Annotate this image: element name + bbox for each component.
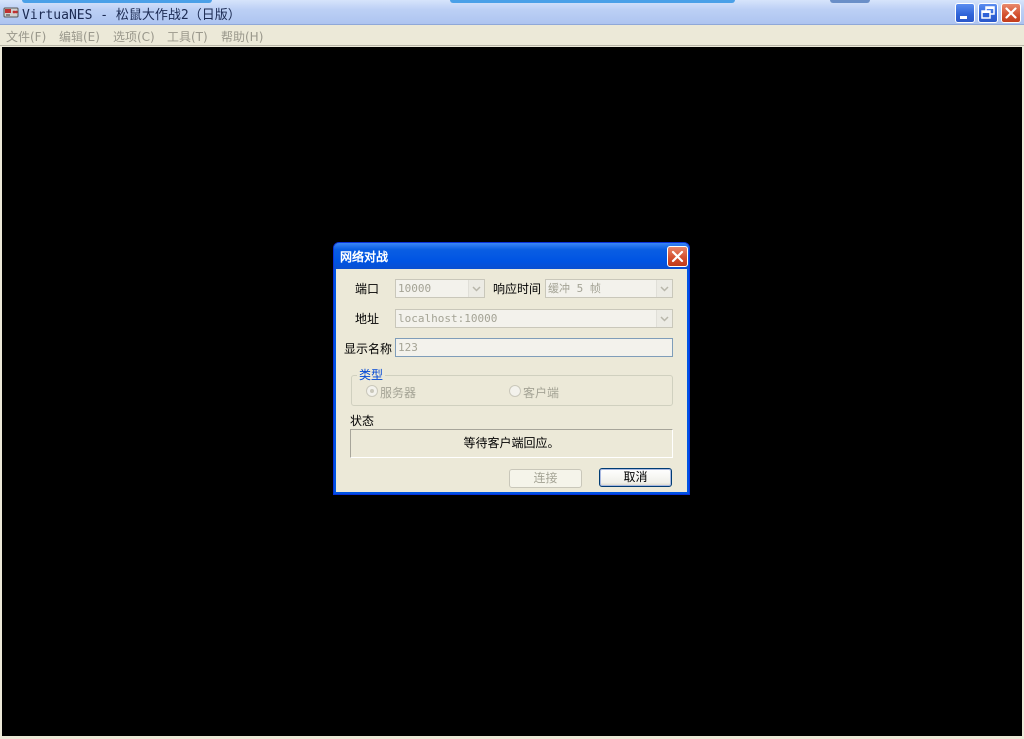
dialog-title: 网络对战 — [340, 250, 389, 264]
port-value: 10000 — [398, 282, 432, 295]
status-label: 状态 — [350, 414, 375, 428]
latency-combo[interactable]: 缓冲 5 帧 — [545, 279, 673, 298]
port-dropdown-arrow[interactable] — [468, 280, 484, 297]
menu-tools[interactable]: 工具(T) — [167, 28, 208, 45]
title-bar[interactable]: VirtuaNES - 松鼠大作战2（日版） — [0, 0, 1024, 25]
minimize-icon — [960, 16, 967, 19]
type-group-label: 类型 — [357, 366, 386, 383]
address-dropdown-arrow[interactable] — [656, 310, 672, 327]
menu-edit[interactable]: 编辑(E) — [59, 28, 100, 45]
restore-button[interactable] — [978, 3, 998, 23]
chevron-down-icon — [660, 316, 669, 322]
menu-help[interactable]: 帮助(H) — [221, 28, 263, 45]
dialog-frame-right — [687, 269, 689, 494]
server-radio-label[interactable]: 服务器 — [380, 384, 416, 401]
dialog-frame-bottom — [334, 492, 689, 494]
app-window: VirtuaNES - 松鼠大作战2（日版） 文件(F) 编辑(E) 选项(C)… — [0, 0, 1024, 739]
port-label: 端口 — [355, 282, 380, 296]
client-radio[interactable] — [509, 385, 521, 397]
latency-value: 缓冲 5 帧 — [548, 282, 601, 295]
dialog-frame-left — [334, 269, 336, 494]
menu-bar: 文件(F) 编辑(E) 选项(C) 工具(T) 帮助(H) — [0, 25, 1024, 46]
close-button[interactable] — [1001, 3, 1021, 23]
nes-controller-icon[interactable] — [3, 4, 19, 20]
port-combo[interactable]: 10000 — [395, 279, 485, 298]
chevron-down-icon — [660, 286, 669, 292]
restore-icon — [981, 6, 995, 19]
address-label: 地址 — [355, 312, 380, 326]
title-bar-highlight — [22, 0, 212, 3]
connect-button[interactable]: 连接 — [509, 469, 582, 488]
latency-label: 响应时间 — [493, 282, 542, 296]
latency-dropdown-arrow[interactable] — [656, 280, 672, 297]
display-name-value: 123 — [398, 341, 418, 354]
cancel-button[interactable]: 取消 — [599, 468, 672, 487]
netplay-dialog: 网络对战 端口 10000 响应时间 缓冲 5 帧 地址 localhost:1… — [333, 242, 690, 495]
close-icon — [1005, 7, 1017, 19]
server-radio[interactable] — [366, 385, 378, 397]
radio-selected-dot — [370, 389, 374, 393]
window-title: VirtuaNES - 松鼠大作战2（日版） — [22, 8, 241, 23]
close-icon — [671, 250, 684, 263]
title-bar-highlight — [450, 0, 735, 3]
address-combo[interactable]: localhost:10000 — [395, 309, 673, 328]
display-name-field[interactable]: 123 — [395, 338, 673, 357]
chevron-down-icon — [472, 286, 481, 292]
display-name-label: 显示名称 — [344, 342, 393, 356]
dialog-close-button[interactable] — [667, 246, 688, 267]
dialog-title-bar[interactable]: 网络对战 — [334, 243, 689, 269]
status-box: 等待客户端回应。 — [350, 429, 673, 458]
menu-options[interactable]: 选项(C) — [113, 28, 155, 45]
minimize-button[interactable] — [955, 3, 975, 23]
title-bar-highlight — [830, 0, 870, 3]
address-value: localhost:10000 — [398, 312, 498, 325]
menu-file[interactable]: 文件(F) — [6, 28, 46, 45]
client-radio-label[interactable]: 客户端 — [523, 384, 559, 401]
status-text: 等待客户端回应。 — [463, 436, 560, 450]
